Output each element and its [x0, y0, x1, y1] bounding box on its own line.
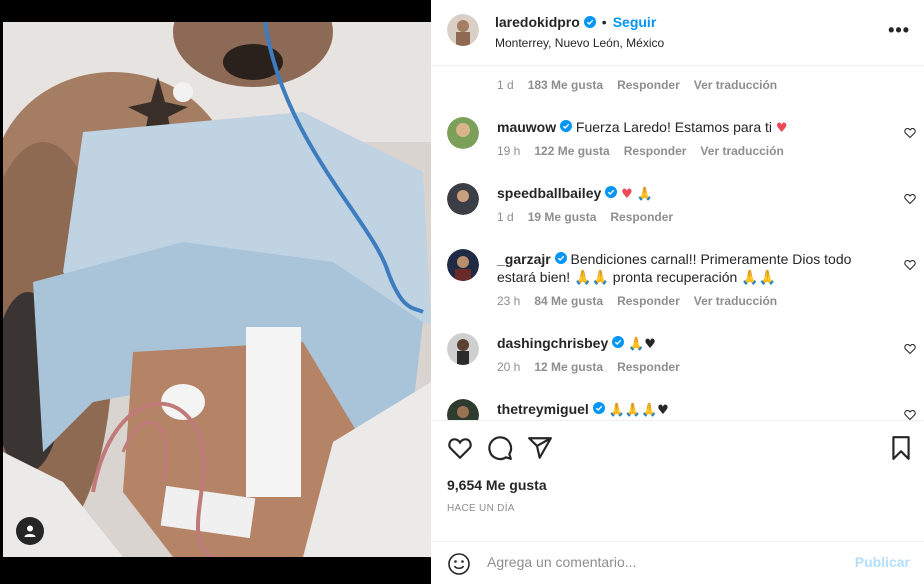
comment-emoji: ♥ [775, 121, 788, 136]
comment-input[interactable] [487, 554, 817, 570]
post-timestamp[interactable]: HACE UN DÍA [447, 503, 515, 514]
comment-time[interactable]: 19 h [497, 144, 520, 158]
commenter-avatar[interactable] [447, 183, 479, 215]
reply-button[interactable]: Responder [617, 294, 680, 308]
author-avatar-image [447, 14, 479, 46]
commenter-avatar[interactable] [447, 117, 479, 149]
comment-body: Bendiciones carnal!! Primeramente Dios t… [497, 251, 852, 285]
publish-button[interactable]: Publicar [855, 554, 910, 570]
follow-button[interactable]: Seguir [613, 14, 657, 30]
comment-body: Fuerza Laredo! Estamos para ti [575, 119, 773, 135]
commenter-username[interactable]: _garzajr [497, 251, 551, 267]
comment-meta: 19 h 122 Me gusta Responder Ver traducci… [497, 144, 784, 158]
comment-time[interactable]: 1 d [497, 210, 514, 224]
comment-text: mauwow Fuerza Laredo! Estamos para ti ♥ [497, 118, 893, 138]
verified-icon [554, 252, 567, 264]
comment-time[interactable]: 1 d [497, 78, 514, 92]
share-icon[interactable] [527, 435, 553, 461]
commenter-avatar[interactable] [447, 333, 479, 365]
comment-likes[interactable]: 183 Me gusta [528, 78, 603, 92]
comment-likes[interactable]: 12 Me gusta [534, 360, 603, 374]
comment-meta: 23 h 84 Me gusta Responder Ver traducció… [497, 294, 777, 308]
commenter-avatar-image [447, 249, 479, 281]
post-media [0, 0, 431, 584]
like-comment-heart-icon[interactable] [904, 193, 916, 205]
translate-button[interactable]: Ver traducción [700, 144, 783, 158]
commenter-username[interactable]: speedballbailey [497, 185, 601, 201]
comment-text: dashingchrisbey 🙏♥ [497, 334, 893, 354]
like-comment-heart-icon[interactable] [904, 343, 916, 355]
comment-icon[interactable] [487, 435, 513, 461]
verified-icon [592, 402, 605, 414]
comments-list[interactable]: 1 d 183 Me gusta Responder Ver traducció… [431, 67, 924, 420]
like-comment-heart-icon[interactable] [904, 409, 916, 420]
reply-button[interactable]: Responder [617, 360, 680, 374]
commenter-avatar-image [447, 333, 479, 365]
post-sidebar: laredokidpro • Seguir Monterrey, Nuevo L… [431, 0, 924, 584]
post-header: laredokidpro • Seguir Monterrey, Nuevo L… [431, 0, 924, 66]
like-comment-heart-icon[interactable] [904, 127, 916, 139]
like-comment-heart-icon[interactable] [904, 259, 916, 271]
verified-icon [560, 120, 573, 132]
comment-meta: 1 d 183 Me gusta Responder Ver traducció… [497, 78, 777, 92]
comment-emoji: 🙏♥ [628, 337, 656, 352]
commenter-avatar[interactable] [447, 249, 479, 281]
comment-text: thetreymiguel 🙏🙏🙏♥ [497, 400, 893, 420]
commenter-username[interactable]: dashingchrisbey [497, 335, 608, 351]
hospital-photo [3, 22, 431, 557]
commenter-avatar-image [447, 183, 479, 215]
reply-button[interactable]: Responder [617, 78, 680, 92]
user-icon [24, 525, 36, 537]
reply-button[interactable]: Responder [610, 210, 673, 224]
verified-icon [583, 16, 596, 28]
commenter-avatar-image [447, 117, 479, 149]
more-options-button[interactable]: ••• [888, 20, 910, 41]
like-heart-icon[interactable] [447, 435, 473, 461]
comment-likes[interactable]: 122 Me gusta [534, 144, 609, 158]
comment-emoji: 🙏🙏🙏♥ [608, 403, 669, 418]
comment-meta: 20 h 12 Me gusta Responder [497, 360, 680, 374]
commenter-username[interactable]: thetreymiguel [497, 401, 589, 417]
comment-likes[interactable]: 84 Me gusta [534, 294, 603, 308]
translate-button[interactable]: Ver traducción [694, 294, 777, 308]
separator-dot: • [601, 14, 607, 30]
commenter-avatar[interactable] [447, 399, 479, 420]
commenter-username[interactable]: mauwow [497, 119, 556, 135]
verified-icon [605, 186, 618, 198]
emoji-icon[interactable] [447, 552, 471, 576]
comment-time[interactable]: 20 h [497, 360, 520, 374]
comment-emoji: ♥ 🙏 [621, 187, 654, 202]
author-username[interactable]: laredokidpro [495, 14, 580, 30]
translate-button[interactable]: Ver traducción [694, 78, 777, 92]
tagged-users-button[interactable] [16, 517, 44, 545]
save-bookmark-icon[interactable] [888, 435, 914, 461]
post-photo[interactable] [3, 22, 431, 557]
reply-button[interactable]: Responder [624, 144, 687, 158]
comment-text: speedballbailey ♥ 🙏 [497, 184, 893, 204]
post-actions: 9,654 Me gusta HACE UN DÍA Publicar [431, 420, 924, 584]
verified-icon [612, 336, 625, 348]
comment-meta: 1 d 19 Me gusta Responder [497, 210, 673, 224]
author-line: laredokidpro • Seguir [495, 14, 656, 30]
post-location[interactable]: Monterrey, Nuevo León, México [495, 36, 664, 50]
author-avatar[interactable] [447, 14, 479, 46]
comment-time[interactable]: 23 h [497, 294, 520, 308]
comment-text: _garzajr Bendiciones carnal!! Primeramen… [497, 250, 893, 286]
comment-likes[interactable]: 19 Me gusta [528, 210, 597, 224]
commenter-avatar-image [447, 399, 479, 420]
likes-count[interactable]: 9,654 Me gusta [447, 477, 547, 493]
add-comment-bar: Publicar [431, 541, 924, 584]
